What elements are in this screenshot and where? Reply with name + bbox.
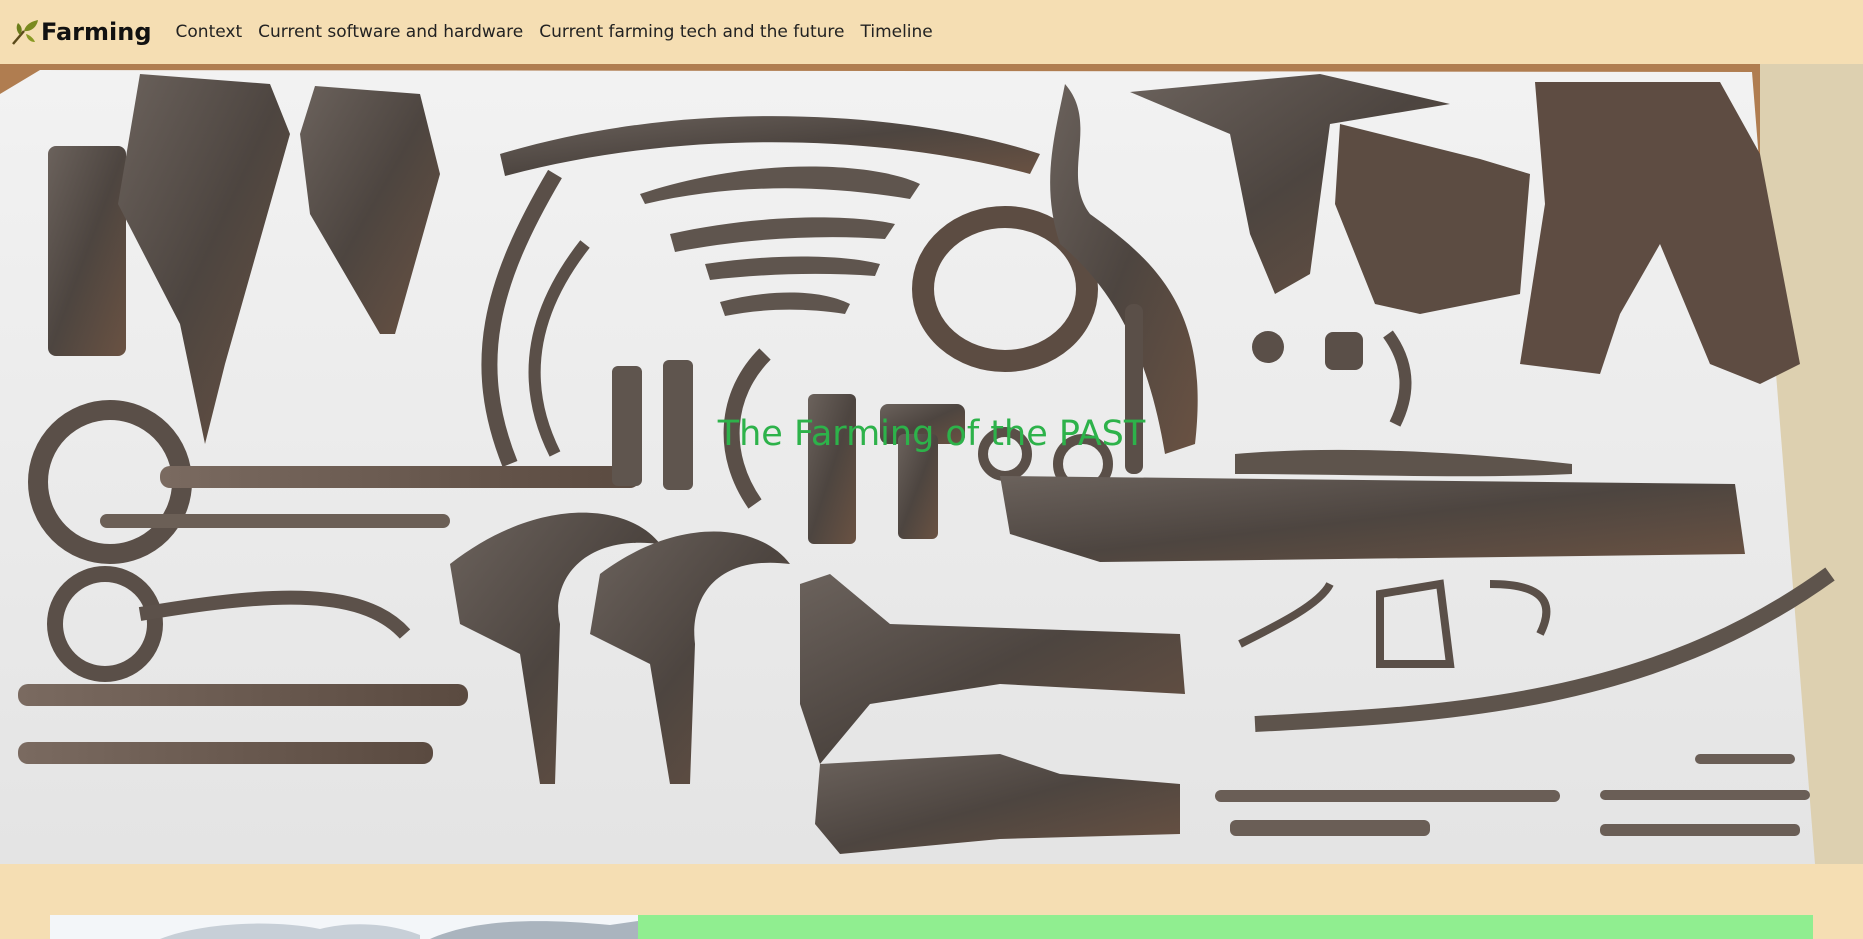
hero-image (0, 64, 1863, 864)
sprout-icon (10, 17, 40, 47)
content-card-image (50, 915, 638, 939)
nav-links: Context Current software and hardware Cu… (176, 22, 949, 42)
brand-link[interactable]: Farming (10, 17, 152, 47)
top-navbar: Farming Context Current software and har… (0, 0, 1863, 64)
nav-link-context[interactable]: Context (176, 22, 243, 42)
nav-link-timeline[interactable]: Timeline (860, 22, 932, 42)
hero-banner: The Farming of the PAST (0, 64, 1863, 864)
nav-link-current-tech-future[interactable]: Current farming tech and the future (539, 22, 844, 42)
content-card-text (638, 915, 1813, 939)
hero-title: The Farming of the PAST (717, 414, 1146, 454)
brand-title: Farming (41, 18, 152, 46)
nav-link-current-software-hardware[interactable]: Current software and hardware (258, 22, 523, 42)
